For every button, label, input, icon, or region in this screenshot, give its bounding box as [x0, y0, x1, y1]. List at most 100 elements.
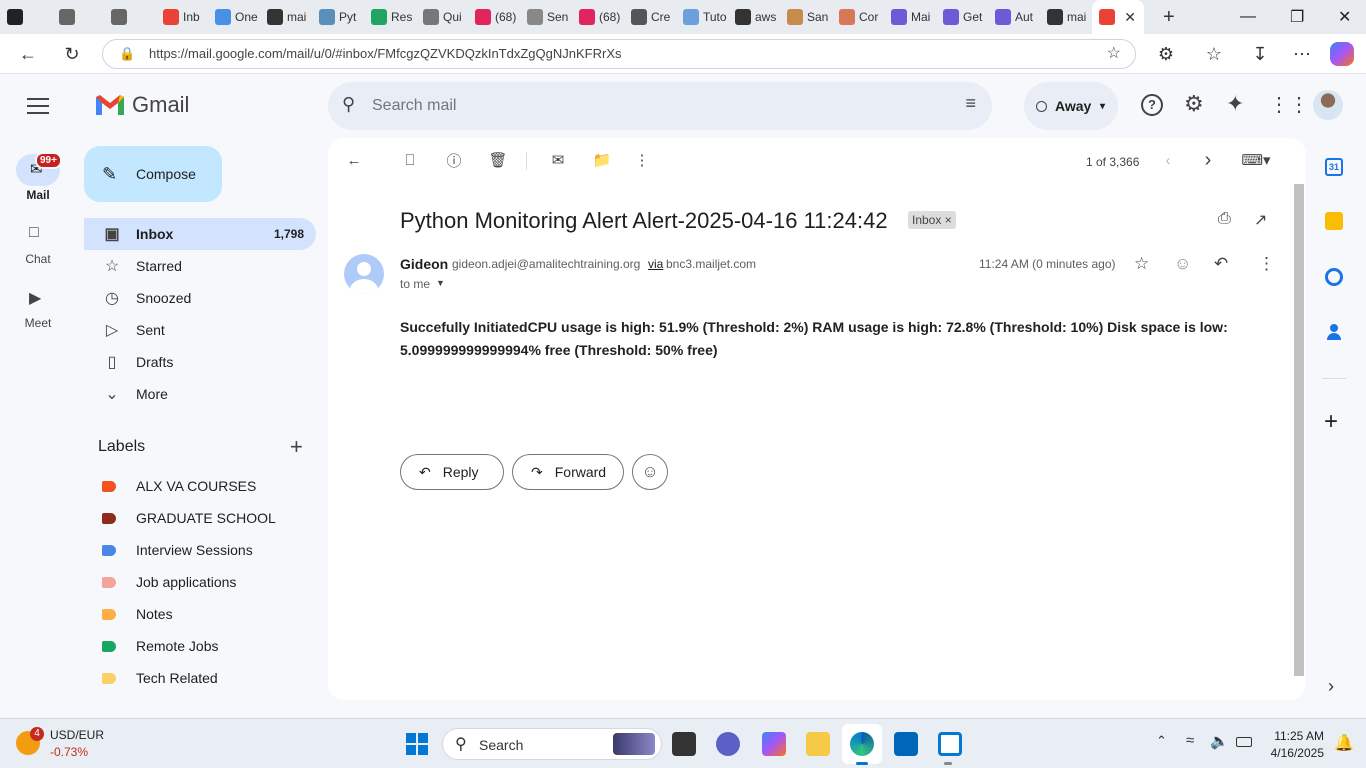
- file-explorer-icon[interactable]: [806, 732, 830, 756]
- newer-icon[interactable]: ‹: [1156, 148, 1180, 172]
- clock-date[interactable]: 4/16/2025: [1260, 746, 1324, 760]
- teams-icon[interactable]: [716, 732, 740, 756]
- nav-item-drafts[interactable]: ▯ Drafts: [84, 346, 316, 378]
- sender-name[interactable]: Gideon: [400, 256, 448, 272]
- browser-tab[interactable]: aws: [728, 0, 780, 34]
- archive-icon[interactable]: ⎕: [398, 148, 422, 172]
- browser-tab[interactable]: Sen: [520, 0, 572, 34]
- via-link[interactable]: via: [648, 257, 663, 271]
- remote-desktop-icon[interactable]: [938, 732, 962, 756]
- browser-tab[interactable]: [52, 0, 104, 34]
- older-icon[interactable]: ›: [1196, 148, 1220, 172]
- clock-time[interactable]: 11:25 AM: [1260, 729, 1324, 743]
- open-new-window-icon[interactable]: ↗: [1254, 210, 1267, 230]
- browser-tab[interactable]: [0, 0, 52, 34]
- tasks-icon[interactable]: [1325, 268, 1343, 286]
- avatar[interactable]: [1313, 90, 1343, 120]
- browser-menu-icon[interactable]: ⋯: [1288, 40, 1316, 68]
- browser-tab[interactable]: [104, 0, 156, 34]
- system-tray-chevron-icon[interactable]: ⌃: [1156, 733, 1167, 749]
- copilot-icon[interactable]: [1330, 42, 1354, 66]
- reply-button[interactable]: ↶ Reply: [400, 454, 504, 490]
- main-menu-icon[interactable]: [27, 98, 49, 114]
- browser-tab[interactable]: Mai: [884, 0, 936, 34]
- wifi-icon[interactable]: ≈: [1186, 732, 1194, 749]
- calendar-icon[interactable]: 31: [1325, 158, 1343, 176]
- minimize-icon[interactable]: —: [1240, 0, 1256, 34]
- browser-tab[interactable]: mai: [260, 0, 312, 34]
- new-tab-icon[interactable]: +: [1163, 6, 1175, 29]
- show-side-panel-icon[interactable]: ›: [1328, 676, 1334, 697]
- copilot-app-icon[interactable]: [762, 732, 786, 756]
- reply-icon[interactable]: ↶: [1214, 254, 1228, 274]
- mark-unread-icon[interactable]: ✉: [546, 148, 570, 172]
- emoji-reaction-icon[interactable]: ☺: [1174, 254, 1191, 274]
- search-input[interactable]: [372, 92, 932, 120]
- settings-icon[interactable]: ⚙: [1184, 91, 1204, 117]
- window-close-icon[interactable]: ✕: [1338, 0, 1351, 34]
- label-item[interactable]: Remote Jobs: [102, 630, 218, 662]
- scrollbar[interactable]: [1294, 184, 1304, 676]
- search-bar[interactable]: ⚲ ≡: [328, 82, 992, 130]
- help-icon[interactable]: ?: [1141, 94, 1163, 116]
- edge-icon[interactable]: [850, 732, 874, 756]
- browser-tab[interactable]: Qui: [416, 0, 468, 34]
- forward-button[interactable]: ↷ Forward: [512, 454, 624, 490]
- rail-chat-label[interactable]: Chat: [0, 252, 76, 266]
- currency-label[interactable]: USD/EUR: [50, 728, 104, 742]
- browser-tab[interactable]: San: [780, 0, 832, 34]
- favorites-icon[interactable]: ☆: [1200, 40, 1228, 68]
- search-options-icon[interactable]: ≡: [965, 93, 976, 114]
- back-to-inbox-icon[interactable]: ←: [342, 148, 366, 172]
- store-icon[interactable]: [894, 732, 918, 756]
- back-icon[interactable]: ←: [14, 40, 42, 68]
- browser-tab[interactable]: Get: [936, 0, 988, 34]
- nav-item-sent[interactable]: ▷ Sent: [84, 314, 316, 346]
- nav-item-starred[interactable]: ☆ Starred: [84, 250, 316, 282]
- browser-tab[interactable]: mai: [1040, 0, 1092, 34]
- browser-tab[interactable]: One: [208, 0, 260, 34]
- get-addons-icon[interactable]: +: [1324, 408, 1338, 436]
- report-spam-icon[interactable]: ⓘ: [442, 148, 466, 172]
- url-field[interactable]: 🔒 https://mail.google.com/mail/u/0/#inbo…: [102, 39, 1136, 69]
- task-view-icon[interactable]: [672, 732, 696, 756]
- move-to-icon[interactable]: 📁: [590, 148, 614, 172]
- email-more-icon[interactable]: ⋮: [1258, 254, 1275, 274]
- star-email-icon[interactable]: ☆: [1134, 254, 1149, 274]
- downloads-icon[interactable]: ↧: [1246, 40, 1274, 68]
- nav-item-snoozed[interactable]: ◷ Snoozed: [84, 282, 316, 314]
- tab-close-icon[interactable]: ✕: [1124, 9, 1136, 26]
- nav-item-inbox[interactable]: ▣ Inbox 1,798: [84, 218, 316, 250]
- label-item[interactable]: Notes: [102, 598, 173, 630]
- reload-icon[interactable]: ↻: [58, 40, 86, 68]
- apps-icon[interactable]: ⋮⋮: [1269, 92, 1309, 117]
- browser-tab[interactable]: Pyt: [312, 0, 364, 34]
- battery-icon[interactable]: [1236, 737, 1252, 747]
- delete-icon[interactable]: 🗑: [486, 148, 510, 172]
- keep-icon[interactable]: [1325, 212, 1343, 230]
- site-info-icon[interactable]: 🔒: [119, 40, 135, 68]
- browser-tab[interactable]: Tuto: [676, 0, 728, 34]
- add-label-icon[interactable]: +: [290, 434, 303, 460]
- label-item[interactable]: GRADUATE SCHOOL: [102, 502, 276, 534]
- browser-tab[interactable]: ✕: [1092, 0, 1144, 34]
- browser-tab[interactable]: Cor: [832, 0, 884, 34]
- contacts-icon[interactable]: [1327, 324, 1341, 340]
- print-icon[interactable]: ⎙: [1218, 210, 1231, 228]
- meet-icon[interactable]: ▶: [29, 288, 41, 308]
- input-tools-icon[interactable]: ⌨▾: [1238, 148, 1274, 172]
- search-icon[interactable]: ⚲: [342, 94, 355, 115]
- gemini-icon[interactable]: ✦: [1226, 91, 1244, 117]
- label-item[interactable]: Tech Related: [102, 662, 218, 694]
- label-item[interactable]: Job applications: [102, 566, 236, 598]
- browser-tab[interactable]: Cre: [624, 0, 676, 34]
- status-toggle[interactable]: Away ▾: [1024, 82, 1118, 130]
- chat-icon[interactable]: □: [29, 224, 39, 242]
- details-dropdown-icon[interactable]: ▼: [436, 278, 445, 288]
- volume-icon[interactable]: 🔈: [1210, 732, 1229, 750]
- browser-tab[interactable]: Aut: [988, 0, 1040, 34]
- sender-avatar[interactable]: [344, 254, 384, 294]
- rail-meet-label[interactable]: Meet: [0, 316, 76, 330]
- browser-tab[interactable]: (68): [468, 0, 520, 34]
- taskbar-search[interactable]: ⚲ Search: [442, 728, 662, 760]
